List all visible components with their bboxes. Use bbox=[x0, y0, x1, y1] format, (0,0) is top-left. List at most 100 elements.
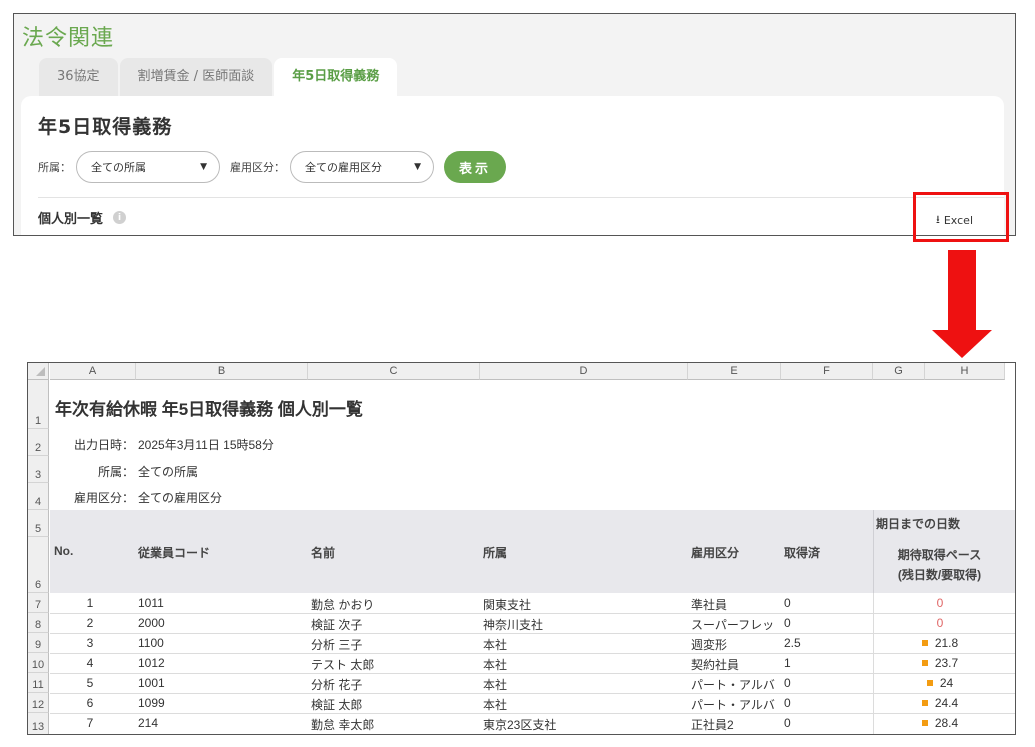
cell-no[interactable]: 2 bbox=[50, 616, 130, 630]
cell-affiliation[interactable]: 関東支社 bbox=[483, 596, 531, 613]
cell-employment[interactable]: 準社員 bbox=[691, 596, 779, 613]
cell-pace[interactable]: 24 bbox=[874, 676, 1006, 690]
cell-employment[interactable]: 契約社員 bbox=[691, 656, 779, 673]
cell-pace[interactable]: 24.4 bbox=[874, 696, 1006, 710]
tab-overtime-pay[interactable]: 割増賃金 / 医師面談 bbox=[119, 58, 273, 96]
app-title: 法令関連 bbox=[22, 26, 115, 51]
cell-employment[interactable]: 週変形 bbox=[691, 636, 779, 653]
cell-employment[interactable]: 正社員2 bbox=[691, 716, 779, 733]
cell-acquired[interactable]: 1 bbox=[784, 656, 791, 670]
arrow-head bbox=[932, 330, 992, 358]
cell-name[interactable]: 検証 次子 bbox=[311, 616, 362, 633]
cell-no[interactable]: 3 bbox=[50, 636, 130, 650]
cell-name[interactable]: 勤怠 かおり bbox=[311, 596, 374, 613]
cell-name[interactable]: 分析 花子 bbox=[311, 676, 362, 693]
column-header-h[interactable]: H bbox=[925, 363, 1005, 380]
cell-affiliation[interactable]: 神奈川支社 bbox=[483, 616, 543, 633]
tab-5day-obligation[interactable]: 年5日取得義務 bbox=[274, 58, 398, 96]
row-header-12[interactable]: 12 bbox=[28, 693, 49, 713]
cell-pace[interactable]: 0 bbox=[874, 616, 1006, 630]
cell-name[interactable]: 分析 三子 bbox=[311, 636, 362, 653]
select-all-corner[interactable] bbox=[28, 363, 49, 380]
cell-pace[interactable]: 21.8 bbox=[874, 636, 1006, 650]
cell-no[interactable]: 5 bbox=[50, 676, 130, 690]
cell-acquired[interactable]: 0 bbox=[784, 676, 791, 690]
meta-label-employment: 雇用区分： bbox=[73, 491, 134, 505]
filter-row: 所属： 全ての所属 ▼ 雇用区分： 全ての雇用区分 ▼ 表示 bbox=[38, 151, 506, 183]
cell-code[interactable]: 214 bbox=[138, 716, 158, 730]
column-header-e[interactable]: E bbox=[688, 363, 781, 380]
pace-value: 28.4 bbox=[934, 716, 959, 730]
highlight-box bbox=[913, 192, 1009, 242]
sheet-title: 年次有給休暇 年5日取得義務 個人別一覧 bbox=[55, 400, 363, 419]
column-header-d[interactable]: D bbox=[480, 363, 688, 380]
cell-pace[interactable]: 28.4 bbox=[874, 716, 1006, 730]
row-header-4[interactable]: 4 bbox=[28, 483, 49, 510]
header-code: 従業員コード bbox=[138, 546, 211, 560]
divider bbox=[38, 197, 1004, 198]
row-header-3[interactable]: 3 bbox=[28, 456, 49, 483]
show-button[interactable]: 表示 bbox=[444, 151, 506, 183]
meta-value-affiliation: 全ての所属 bbox=[138, 465, 199, 479]
header-employment: 雇用区分 bbox=[691, 546, 740, 560]
column-header-b[interactable]: B bbox=[136, 363, 308, 380]
cell-name[interactable]: 検証 太郎 bbox=[311, 696, 362, 713]
pace-value: 24.4 bbox=[934, 696, 959, 710]
row-header-2[interactable]: 2 bbox=[28, 429, 49, 456]
row-header-8[interactable]: 8 bbox=[28, 613, 49, 633]
cell-affiliation[interactable]: 本社 bbox=[483, 636, 507, 653]
cell-affiliation[interactable]: 本社 bbox=[483, 696, 507, 713]
cell-code[interactable]: 1100 bbox=[138, 636, 164, 650]
cell-acquired[interactable]: 0 bbox=[784, 596, 791, 610]
cell-code[interactable]: 1011 bbox=[138, 596, 164, 610]
column-header-g[interactable]: G bbox=[873, 363, 925, 380]
grid-line bbox=[50, 613, 1015, 614]
tab-36-agreement[interactable]: 36協定 bbox=[39, 58, 118, 96]
column-header-f[interactable]: F bbox=[781, 363, 873, 380]
header-expected-line2: (残日数/要取得) bbox=[897, 568, 982, 582]
cell-affiliation[interactable]: 本社 bbox=[483, 656, 507, 673]
affiliation-select[interactable]: 全ての所属 ▼ bbox=[76, 151, 220, 183]
cell-no[interactable]: 6 bbox=[50, 696, 130, 710]
cell-employment[interactable]: スーパーフレッ bbox=[691, 616, 779, 633]
cell-acquired[interactable]: 0 bbox=[784, 616, 791, 630]
cell-code[interactable]: 1099 bbox=[138, 696, 165, 710]
employment-select[interactable]: 全ての雇用区分 ▼ bbox=[290, 151, 434, 183]
cell-employment[interactable]: パート・アルバ bbox=[691, 676, 779, 693]
cell-code[interactable]: 1001 bbox=[138, 676, 165, 690]
arrow-down-icon bbox=[948, 250, 976, 330]
cell-acquired[interactable]: 2.5 bbox=[784, 636, 801, 650]
cell-name[interactable]: テスト 太郎 bbox=[311, 656, 374, 673]
cell-no[interactable]: 4 bbox=[50, 656, 130, 670]
cell-code[interactable]: 1012 bbox=[138, 656, 165, 670]
header-name: 名前 bbox=[311, 546, 336, 560]
cell-code[interactable]: 2000 bbox=[138, 616, 165, 630]
cell-pace[interactable]: 0 bbox=[874, 596, 1006, 610]
grid-line bbox=[50, 693, 1015, 694]
cell-name[interactable]: 勤怠 幸太郎 bbox=[311, 716, 374, 733]
employment-select-value: 全ての雇用区分 bbox=[305, 161, 382, 174]
cell-acquired[interactable]: 0 bbox=[784, 716, 791, 730]
column-header-c[interactable]: C bbox=[308, 363, 480, 380]
cell-no[interactable]: 1 bbox=[50, 596, 130, 610]
pace-marker-icon bbox=[921, 719, 928, 726]
row-header-5[interactable]: 5 bbox=[28, 510, 49, 537]
cell-employment[interactable]: パート・アルバ bbox=[691, 696, 779, 713]
row-header-7[interactable]: 7 bbox=[28, 593, 49, 613]
row-header-11[interactable]: 11 bbox=[28, 673, 49, 693]
row-header-10[interactable]: 10 bbox=[28, 653, 49, 673]
cell-affiliation[interactable]: 東京23区支社 bbox=[483, 716, 556, 733]
row-header-1[interactable]: 1 bbox=[28, 380, 49, 429]
cell-pace[interactable]: 23.7 bbox=[874, 656, 1006, 670]
row-header-9[interactable]: 9 bbox=[28, 633, 49, 653]
column-header-a[interactable]: A bbox=[50, 363, 136, 380]
header-no: No. bbox=[54, 544, 74, 558]
cell-affiliation[interactable]: 本社 bbox=[483, 676, 507, 693]
cell-no[interactable]: 7 bbox=[50, 716, 130, 730]
cell-acquired[interactable]: 0 bbox=[784, 696, 791, 710]
row-header-13[interactable]: 13 bbox=[28, 713, 49, 734]
row-header-6[interactable]: 6 bbox=[28, 537, 49, 593]
info-icon[interactable]: i bbox=[113, 211, 127, 224]
page-title: 年5日取得義務 bbox=[38, 116, 173, 138]
pace-value: 0 bbox=[936, 596, 944, 610]
